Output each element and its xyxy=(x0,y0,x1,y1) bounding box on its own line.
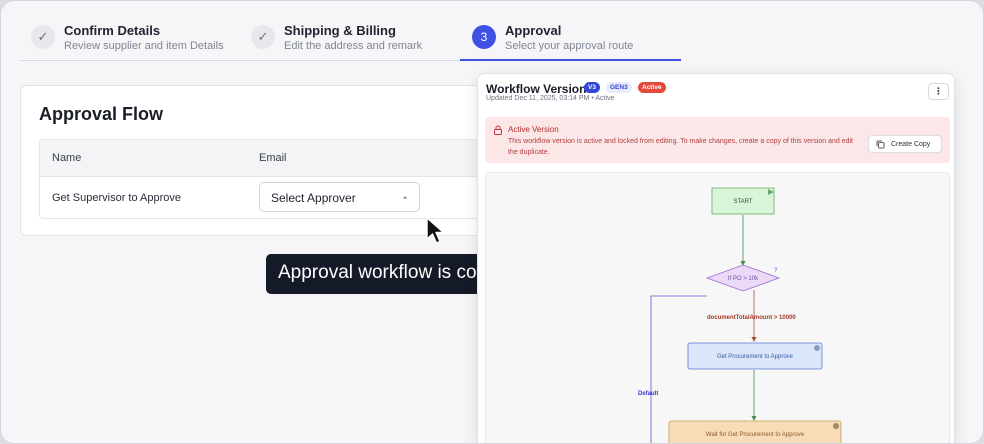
approver-table: Name Email Get Supervisor to Approve Sel… xyxy=(39,139,501,219)
step-number: 3 xyxy=(472,25,496,49)
active-step-indicator xyxy=(460,59,681,61)
step-subtitle: Edit the address and remark xyxy=(284,40,423,52)
step-title: Shipping & Billing xyxy=(284,23,396,38)
approver-select[interactable]: Select Approver ‸ ˇ xyxy=(259,182,420,212)
check-icon: ✓ xyxy=(251,25,275,49)
start-node-label: START xyxy=(733,199,752,205)
locked-version-alert: Active Version This workflow version is … xyxy=(485,117,950,163)
lock-icon xyxy=(494,125,502,135)
generation-badge: GEN3 xyxy=(606,82,632,93)
approval-step-name: Get Supervisor to Approve xyxy=(52,192,182,204)
create-copy-button[interactable]: Create Copy xyxy=(868,135,942,153)
version-badge: V3 xyxy=(584,82,600,93)
step-subtitle: Review supplier and item Details xyxy=(64,40,224,52)
column-header-email: Email xyxy=(259,152,287,164)
progress-stepper: ✓ Confirm Details Review supplier and it… xyxy=(19,15,681,61)
condition-marker: ? xyxy=(774,268,778,274)
approver-select-value: Select Approver xyxy=(271,191,356,205)
status-badge: Active xyxy=(638,82,666,93)
updated-timestamp: Updated Dec 11, 2025, 03:14 PM • Active xyxy=(486,95,615,102)
condition-node-label: If PO > 10k xyxy=(728,276,759,282)
approval-flow-card: Approval Flow Name Email Get Supervisor … xyxy=(20,85,501,236)
user-icon xyxy=(814,345,820,351)
procurement-node-label: Get Procurement to Approve xyxy=(717,354,794,360)
step-title: Confirm Details xyxy=(64,23,161,38)
mouse-cursor-icon xyxy=(426,217,445,244)
step-subtitle: Select your approval route xyxy=(505,40,634,52)
step-shipping-billing[interactable]: ✓ Shipping & Billing Edit the address an… xyxy=(239,23,459,61)
chevron-up-down-icon: ‸ ˇ xyxy=(403,187,407,208)
condition-edge-label: documentTotalAmount > 10000 xyxy=(707,315,796,321)
arrow-head xyxy=(751,416,757,421)
alert-message: This workflow version is active and lock… xyxy=(508,138,853,156)
more-options-button[interactable]: ⋮ xyxy=(928,83,949,100)
step-title: Approval xyxy=(505,23,562,38)
approval-flow-title: Approval Flow xyxy=(39,104,164,124)
copy-icon xyxy=(876,140,885,149)
arrow-head xyxy=(751,337,757,342)
workflow-diagram-canvas[interactable]: START If PO > 10k ? documentTotalAmount … xyxy=(485,172,950,443)
workflow-title: Workflow Version xyxy=(486,82,587,96)
workflow-diagram: START If PO > 10k ? documentTotalAmount … xyxy=(638,187,842,443)
column-header-name: Name xyxy=(52,152,82,164)
step-confirm-details[interactable]: ✓ Confirm Details Review supplier and it… xyxy=(19,23,239,61)
alert-title: Active Version xyxy=(508,125,559,134)
step-approval[interactable]: 3 Approval Select your approval route xyxy=(460,23,681,61)
wait-node-label: Wait for Get Procurement to Approve xyxy=(706,432,805,438)
table-header: Name Email xyxy=(40,140,500,177)
user-icon xyxy=(833,423,839,429)
default-edge-label: Default xyxy=(638,391,658,397)
create-copy-label: Create Copy xyxy=(891,141,931,148)
app-frame: ✓ Confirm Details Review supplier and it… xyxy=(0,0,984,444)
check-icon: ✓ xyxy=(31,25,55,49)
workflow-version-panel: Workflow Version V3 GEN3 Active Updated … xyxy=(477,73,955,443)
